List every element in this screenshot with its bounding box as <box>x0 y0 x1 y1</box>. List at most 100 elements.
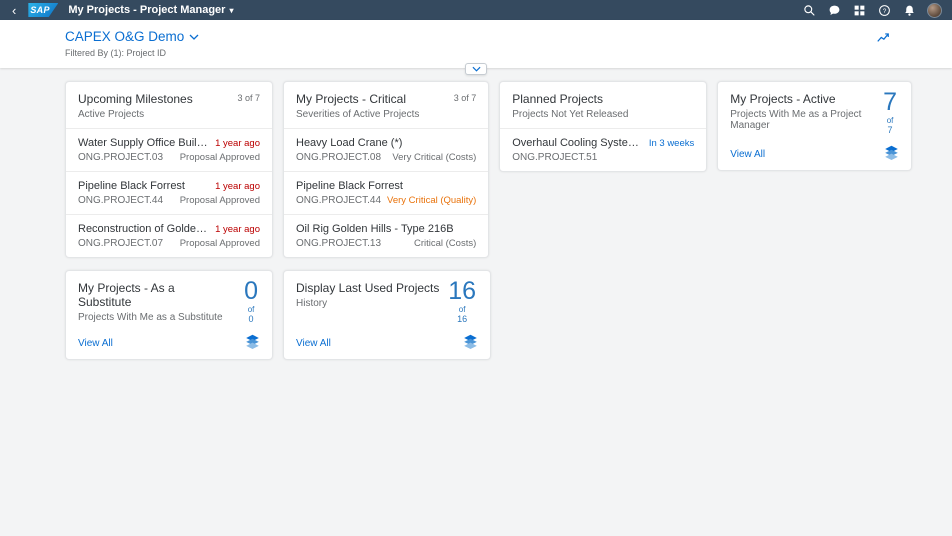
kpi-counter: 7 of 7 <box>883 90 897 135</box>
milestone-time: 1 year ago <box>215 224 260 235</box>
project-list: Water Supply Office Building (*) 1 year … <box>66 128 272 257</box>
list-item[interactable]: Reconstruction of Golden Hills Towe... 1… <box>66 214 272 257</box>
card-subtitle: Projects With Me as a Project Manager <box>730 109 865 131</box>
kpi-of-label: of <box>448 306 476 314</box>
card-subtitle: Projects Not Yet Released <box>512 109 694 120</box>
card-subtitle: Projects With Me as a Substitute <box>78 312 226 323</box>
card-header[interactable]: My Projects - Critical 3 of 7 Severities… <box>284 82 488 128</box>
card-title: My Projects - Critical <box>296 92 406 106</box>
due-time: In 3 weeks <box>649 138 694 149</box>
card-title: Planned Projects <box>512 92 603 106</box>
back-icon[interactable]: ‹ <box>10 4 18 17</box>
milestone-time: 1 year ago <box>215 181 260 192</box>
project-id: ONG.PROJECT.44 <box>78 195 163 206</box>
project-id: ONG.PROJECT.13 <box>296 238 381 249</box>
sap-logo-text: SAP <box>30 5 49 15</box>
card-upcoming-milestones: Upcoming Milestones 3 of 7 Active Projec… <box>65 81 273 258</box>
project-name: Oil Rig Golden Hills - Type 216B <box>296 223 476 235</box>
collapse-header-icon[interactable] <box>465 63 487 75</box>
card-row-1: Upcoming Milestones 3 of 7 Active Projec… <box>65 81 912 258</box>
line-chart-icon[interactable] <box>876 30 890 47</box>
filter-info: Filtered By (1): Project ID <box>65 48 887 58</box>
card-my-projects-substitute: My Projects - As a Substitute Projects W… <box>65 270 273 360</box>
view-all-link[interactable]: View All <box>730 149 765 160</box>
list-item[interactable]: Oil Rig Golden Hills - Type 216B ONG.PRO… <box>284 214 488 257</box>
milestone-status: Proposal Approved <box>180 152 260 163</box>
project-id: ONG.PROJECT.44 <box>296 195 381 206</box>
card-subtitle: History <box>296 298 444 309</box>
kpi-of-label: of <box>883 117 897 125</box>
kpi-of-label: of <box>244 306 258 314</box>
severity-status: Very Critical (Quality) <box>387 195 476 206</box>
view-all-link[interactable]: View All <box>78 338 113 349</box>
card-row-2: My Projects - As a Substitute Projects W… <box>65 270 912 360</box>
kpi-counter: 0 of 0 <box>244 279 258 324</box>
card-subtitle: Severities of Active Projects <box>296 109 476 120</box>
card-title: Upcoming Milestones <box>78 92 193 106</box>
project-name: Overhaul Cooling System Section 2... <box>512 137 643 149</box>
project-id: ONG.PROJECT.03 <box>78 152 163 163</box>
app-title: My Projects - Project Manager <box>68 4 225 16</box>
kpi-value: 16 <box>448 279 476 304</box>
list-item[interactable]: Overhaul Cooling System Section 2... In … <box>500 128 706 171</box>
kpi-total: 0 <box>244 315 258 324</box>
card-last-used-projects: Display Last Used Projects History 16 of… <box>283 270 491 360</box>
kpi-value: 0 <box>244 279 258 304</box>
severity-status: Very Critical (Costs) <box>392 152 476 163</box>
product-switcher-icon[interactable] <box>852 3 866 17</box>
project-id: ONG.PROJECT.07 <box>78 238 163 249</box>
stacked-layers-icon <box>884 145 899 160</box>
project-name: Water Supply Office Building (*) <box>78 137 209 149</box>
stacked-layers-icon <box>463 334 478 349</box>
variant-selector[interactable]: CAPEX O&G Demo <box>65 29 199 44</box>
kpi-counter: 16 of 16 <box>448 279 476 324</box>
kpi-total: 16 <box>448 315 476 324</box>
search-icon[interactable] <box>802 3 816 17</box>
chevron-down-icon: ▾ <box>229 6 233 15</box>
notifications-bell-icon[interactable] <box>902 3 916 17</box>
project-name: Pipeline Black Forrest <box>296 180 476 192</box>
card-header[interactable]: Upcoming Milestones 3 of 7 Active Projec… <box>66 82 272 128</box>
copilot-icon[interactable] <box>827 3 841 17</box>
shell-actions: ? <box>802 3 942 18</box>
milestone-time: 1 year ago <box>215 138 260 149</box>
project-id: ONG.PROJECT.08 <box>296 152 381 163</box>
page-header: CAPEX O&G Demo Filtered By (1): Project … <box>0 20 952 68</box>
project-name: Heavy Load Crane (*) <box>296 137 476 149</box>
list-item[interactable]: Pipeline Black Forrest 1 year ago ONG.PR… <box>66 171 272 214</box>
stacked-layers-icon <box>245 334 260 349</box>
milestone-status: Proposal Approved <box>180 238 260 249</box>
page-title: CAPEX O&G Demo <box>65 29 184 44</box>
card-subtitle: Active Projects <box>78 109 260 120</box>
card-header[interactable]: My Projects - As a Substitute Projects W… <box>78 281 260 323</box>
project-list: Heavy Load Crane (*) ONG.PROJECT.08 Very… <box>284 128 488 257</box>
card-header[interactable]: Planned Projects Projects Not Yet Releas… <box>500 82 706 128</box>
shell-bar: ‹ SAP My Projects - Project Manager ▾ ? <box>0 0 952 20</box>
view-all-link[interactable]: View All <box>296 338 331 349</box>
chevron-down-icon <box>189 34 199 40</box>
list-item[interactable]: Water Supply Office Building (*) 1 year … <box>66 128 272 171</box>
card-my-projects-active: My Projects - Active Projects With Me as… <box>717 81 912 171</box>
card-my-projects-critical: My Projects - Critical 3 of 7 Severities… <box>283 81 489 258</box>
list-item[interactable]: Heavy Load Crane (*) ONG.PROJECT.08 Very… <box>284 128 488 171</box>
project-name: Pipeline Black Forrest <box>78 180 209 192</box>
milestone-status: Proposal Approved <box>180 195 260 206</box>
card-title: My Projects - Active <box>730 92 865 106</box>
kpi-value: 7 <box>883 90 897 115</box>
card-count: 3 of 7 <box>454 92 477 103</box>
kpi-total: 7 <box>883 126 897 135</box>
user-avatar[interactable] <box>927 3 942 18</box>
card-planned-projects: Planned Projects Projects Not Yet Releas… <box>499 81 707 172</box>
dashboard-content: Upcoming Milestones 3 of 7 Active Projec… <box>0 68 952 360</box>
card-header[interactable]: My Projects - Active Projects With Me as… <box>730 92 899 131</box>
sap-logo[interactable]: SAP <box>28 3 58 17</box>
project-name: Reconstruction of Golden Hills Towe... <box>78 223 209 235</box>
project-id: ONG.PROJECT.51 <box>512 152 597 163</box>
severity-status: Critical (Costs) <box>414 238 476 249</box>
card-count: 3 of 7 <box>237 92 260 103</box>
project-list: Overhaul Cooling System Section 2... In … <box>500 128 706 171</box>
help-icon[interactable]: ? <box>877 3 891 17</box>
app-title-menu[interactable]: My Projects - Project Manager ▾ <box>68 4 233 16</box>
list-item[interactable]: Pipeline Black Forrest ONG.PROJECT.44 Ve… <box>284 171 488 214</box>
card-title: My Projects - As a Substitute <box>78 281 226 309</box>
